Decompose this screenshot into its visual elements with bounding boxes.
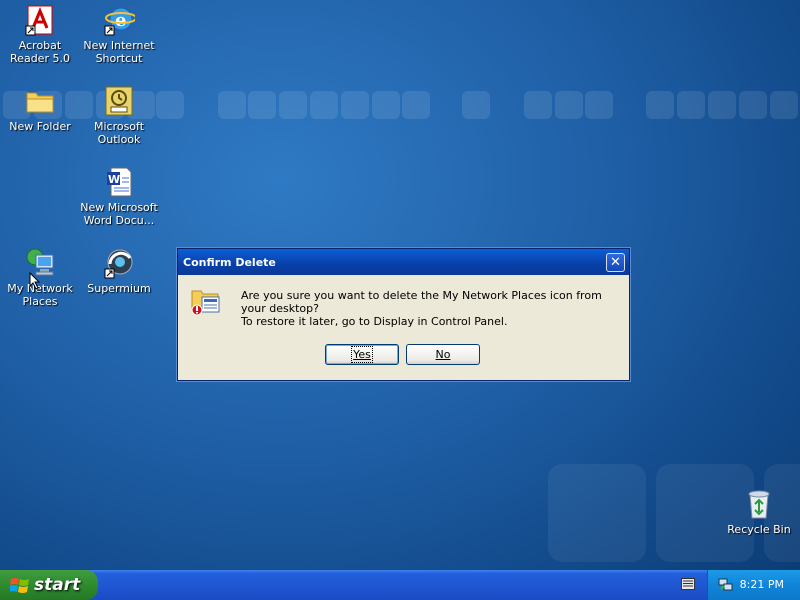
desktop-icon-internet-shortcut[interactable]: e New Internet Shortcut: [79, 4, 159, 65]
desktop-icon-acrobat[interactable]: Acrobat Reader 5.0: [0, 4, 80, 65]
system-tray: 8:21 PM: [707, 570, 800, 600]
clock[interactable]: 8:21 PM: [740, 578, 784, 591]
yes-button[interactable]: Yes: [325, 344, 399, 365]
outlook-icon: [103, 85, 135, 117]
internet-explorer-icon: e: [103, 4, 137, 36]
start-label: start: [34, 575, 81, 595]
desktop-icon-outlook[interactable]: Microsoft Outlook: [79, 85, 159, 146]
dialog-titlebar[interactable]: Confirm Delete ✕: [178, 249, 629, 275]
desktop-icon-recycle-bin[interactable]: Recycle Bin: [719, 488, 799, 536]
acrobat-icon: [24, 4, 56, 36]
desktop-icon-word-document[interactable]: W New Microsoft Word Docu...: [79, 166, 159, 227]
confirm-delete-dialog: Confirm Delete ✕ Are you sure you want t…: [177, 248, 630, 381]
dialog-title: Confirm Delete: [183, 256, 276, 269]
start-button[interactable]: start: [0, 570, 98, 600]
close-icon: ✕: [610, 255, 621, 270]
no-button[interactable]: No: [406, 344, 480, 365]
folder-icon: [24, 85, 56, 117]
desktop[interactable]: { "desktop": { "icons": [ {"label": "Acr…: [0, 0, 800, 600]
recycle-bin-icon: [743, 488, 775, 520]
dialog-message: Are you sure you want to delete the My N…: [241, 289, 602, 315]
windows-logo-icon: [10, 578, 29, 593]
mouse-cursor-icon: [29, 272, 41, 290]
delete-warning-icon: [190, 285, 222, 317]
keyboard-icon[interactable]: [681, 578, 695, 590]
dialog-hint: To restore it later, go to Display in Co…: [241, 315, 508, 328]
supermium-icon: [103, 247, 135, 279]
network-tray-icon[interactable]: [718, 577, 734, 593]
desktop-icon-new-folder[interactable]: New Folder: [0, 85, 80, 133]
desktop-icon-supermium[interactable]: Supermium: [79, 247, 159, 295]
wallpaper-square: [548, 464, 646, 562]
close-button[interactable]: ✕: [606, 253, 625, 272]
taskbar: start 8:21 PM: [0, 570, 800, 600]
svg-text:W: W: [108, 173, 120, 186]
word-document-icon: W: [103, 166, 135, 198]
